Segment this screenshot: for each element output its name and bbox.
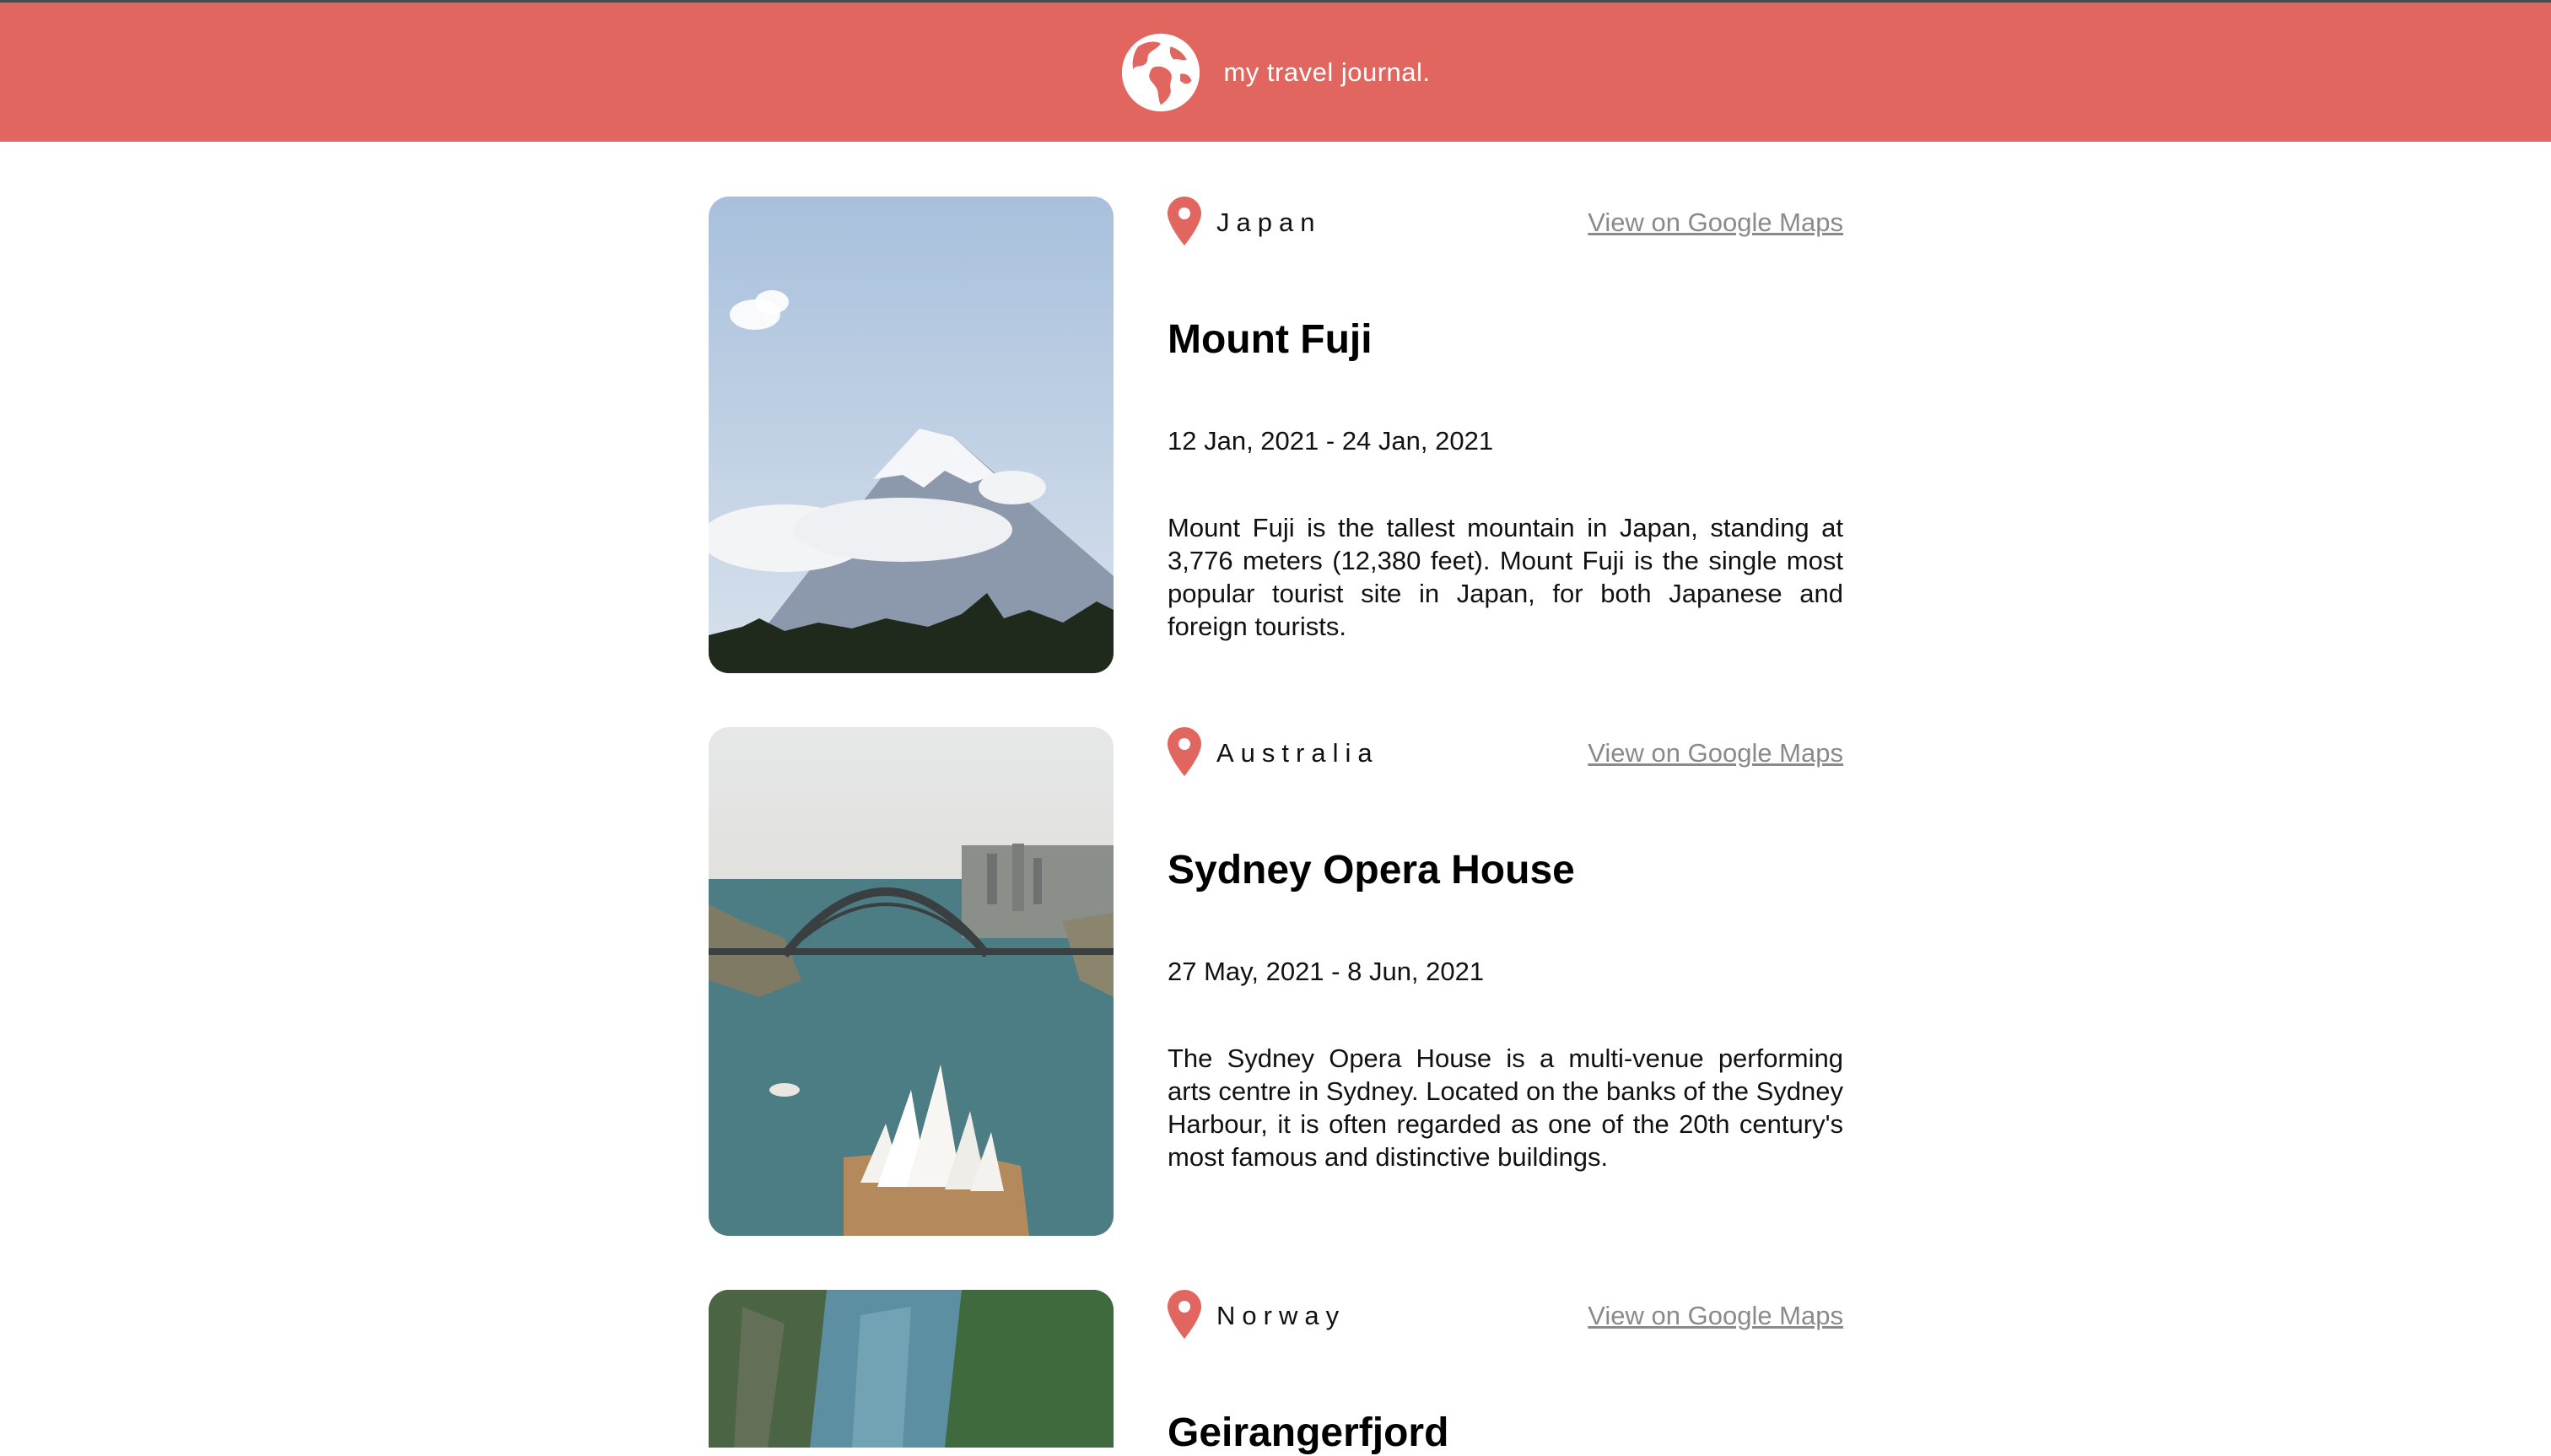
location-pin-icon (1168, 727, 1201, 776)
globe-icon (1122, 33, 1200, 111)
sydney-opera-house-photo (709, 727, 1114, 1236)
geirangerfjord-photo (709, 1290, 1114, 1448)
mount-fuji-photo (709, 197, 1114, 673)
journal-entry: Japan View on Google Maps Mount Fuji 12 … (709, 197, 1843, 673)
app-title: my travel journal. (1223, 57, 1431, 87)
journal-entry: Norway View on Google Maps Geirangerfjor… (709, 1290, 1843, 1455)
app-header: my travel journal. (0, 0, 2551, 142)
location-row: Norway View on Google Maps (1168, 1290, 1843, 1340)
google-maps-link[interactable]: View on Google Maps (1588, 1301, 1843, 1331)
entry-info: Japan View on Google Maps Mount Fuji 12 … (1168, 197, 1843, 641)
brand[interactable]: my travel journal. (1120, 32, 1430, 113)
place-title: Sydney Opera House (1168, 848, 1575, 892)
place-description: Mount Fuji is the tallest mountain in Ja… (1168, 513, 1843, 641)
entry-info: Norway View on Google Maps Geirangerfjor… (1168, 1290, 1843, 1455)
place-description: The Sydney Opera House is a multi-venue … (1168, 1043, 1843, 1172)
place-title: Mount Fuji (1168, 317, 1373, 362)
location-row: Japan View on Google Maps (1168, 197, 1843, 247)
google-maps-link[interactable]: View on Google Maps (1588, 208, 1843, 238)
location-row: Australia View on Google Maps (1168, 727, 1843, 778)
country-label: Australia (1216, 738, 1379, 768)
location-pin-icon (1168, 1290, 1201, 1339)
location-pin-icon (1168, 197, 1201, 245)
country-label: Japan (1216, 208, 1322, 237)
journal-entry: Australia View on Google Maps Sydney Ope… (709, 727, 1843, 1236)
trip-dates: 12 Jan, 2021 - 24 Jan, 2021 (1168, 426, 1494, 456)
google-maps-link[interactable]: View on Google Maps (1588, 738, 1843, 768)
entry-info: Australia View on Google Maps Sydney Ope… (1168, 727, 1843, 1172)
country-label: Norway (1216, 1301, 1346, 1330)
place-title: Geirangerfjord (1168, 1410, 1449, 1455)
trip-dates: 27 May, 2021 - 8 Jun, 2021 (1168, 957, 1485, 986)
